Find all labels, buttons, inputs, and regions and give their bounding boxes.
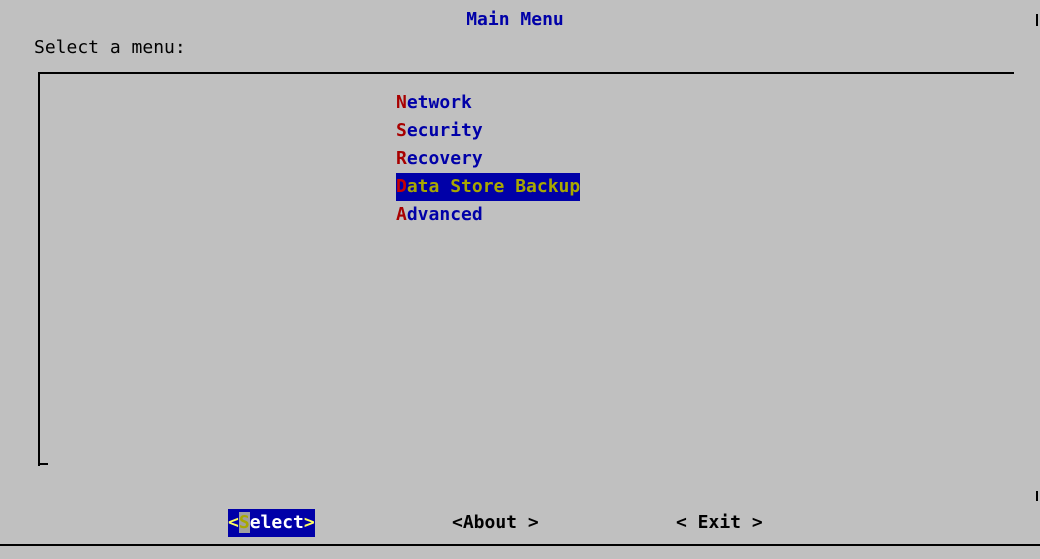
dialog-border-top-right [1036, 14, 1038, 26]
dialog-title: Main Menu [466, 9, 564, 30]
menu-list: Network Security Recovery Data Store Bac… [396, 89, 581, 229]
dialog-bottom-border [0, 544, 1040, 546]
select-button[interactable]: <Select> [228, 509, 315, 537]
menu-item-advanced[interactable]: Advanced [396, 201, 580, 229]
exit-button[interactable]: < Exit > [676, 509, 763, 537]
menu-item-network[interactable]: Network [396, 89, 580, 117]
menu-item-hotkey: N [396, 92, 407, 113]
menu-item-hotkey: R [396, 148, 407, 169]
menu-item-hotkey: S [396, 120, 407, 141]
dialog-border-bottom-right [1036, 491, 1038, 501]
menu-item-label: Security [396, 120, 483, 141]
select-button-label: elect [249, 512, 304, 533]
menu-box-corner [38, 463, 48, 465]
menu-item-label: Recovery [396, 148, 483, 169]
menu-item-label-selected: Data Store Backup [396, 173, 581, 201]
menu-item-hotkey: D [396, 176, 407, 197]
menu-item-label: Advanced [396, 204, 483, 225]
menu-item-hotkey: A [396, 204, 407, 225]
menu-item-security[interactable]: Security [396, 117, 580, 145]
menu-item-label: Network [396, 92, 472, 113]
select-button-open: < [228, 512, 239, 533]
menu-item-recovery[interactable]: Recovery [396, 145, 580, 173]
menu-item-text: ecurity [406, 120, 483, 141]
menu-item-text: etwork [406, 92, 472, 113]
menu-item-text: ecovery [406, 148, 483, 169]
select-button-close: > [303, 512, 315, 533]
menu-item-text: ata Store Backup [406, 176, 581, 197]
select-button-cursor: S [238, 512, 250, 533]
menu-prompt: Select a menu: [34, 37, 186, 58]
menu-item-text: dvanced [406, 204, 483, 225]
menu-item-data-store-backup[interactable]: Data Store Backup [396, 173, 581, 201]
about-button[interactable]: <About > [452, 509, 539, 537]
